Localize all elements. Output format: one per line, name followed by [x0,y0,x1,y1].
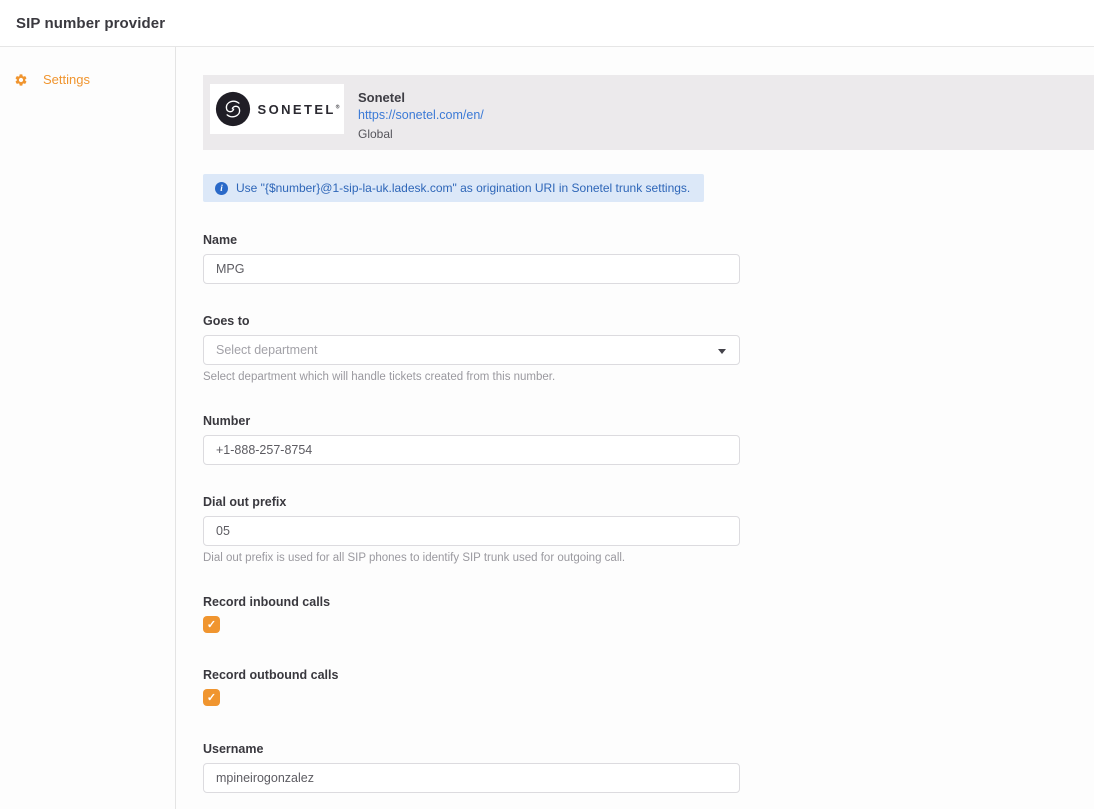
name-label: Name [203,233,1094,248]
dial-out-prefix-input[interactable] [203,516,740,546]
goes-to-label: Goes to [203,314,1094,329]
chevron-down-icon [718,349,726,354]
number-input[interactable] [203,435,740,465]
username-input[interactable] [203,763,740,793]
username-label: Username [203,742,1094,757]
name-input[interactable] [203,254,740,284]
dial-out-prefix-helper: Dial out prefix is used for all SIP phon… [203,551,1094,565]
info-banner: i Use "{$number}@1-sip-la-uk.ladesk.com"… [203,174,704,202]
gear-icon [14,73,28,87]
record-inbound-field: Record inbound calls [203,595,1094,633]
provider-info: Sonetel https://sonetel.com/en/ Global [358,89,484,143]
provider-card: SONETEL® Sonetel https://sonetel.com/en/… [203,75,1094,150]
sidebar-item-settings[interactable]: Settings [0,72,175,87]
dial-out-prefix-label: Dial out prefix [203,495,1094,510]
goes-to-field: Goes to Select department Select departm… [203,314,1094,384]
sidebar: Settings [0,47,176,809]
dial-out-prefix-field: Dial out prefix Dial out prefix is used … [203,495,1094,565]
main-content: SONETEL® Sonetel https://sonetel.com/en/… [176,47,1094,809]
sidebar-item-label: Settings [43,72,90,87]
number-field: Number [203,414,1094,465]
page-header: SIP number provider [0,0,1094,47]
record-inbound-label: Record inbound calls [203,595,1094,610]
provider-name: Sonetel [358,89,484,106]
provider-url-link[interactable]: https://sonetel.com/en/ [358,106,484,125]
info-banner-text: Use "{$number}@1-sip-la-uk.ladesk.com" a… [236,181,690,195]
goes-to-helper: Select department which will handle tick… [203,370,1094,384]
goes-to-placeholder: Select department [216,343,317,357]
username-field: Username [203,742,1094,793]
registered-mark: ® [336,104,340,110]
provider-region: Global [358,125,484,143]
record-inbound-checkbox[interactable] [203,616,220,633]
goes-to-select[interactable]: Select department [203,335,740,365]
record-outbound-checkbox[interactable] [203,689,220,706]
sonetel-logo: SONETEL® [210,84,344,134]
number-label: Number [203,414,1094,429]
page-title: SIP number provider [16,15,165,32]
sonetel-wordmark: SONETEL® [258,102,340,117]
record-outbound-field: Record outbound calls [203,668,1094,706]
record-outbound-label: Record outbound calls [203,668,1094,683]
info-icon: i [215,182,228,195]
sonetel-swirl-icon [215,91,251,127]
name-field: Name [203,233,1094,284]
